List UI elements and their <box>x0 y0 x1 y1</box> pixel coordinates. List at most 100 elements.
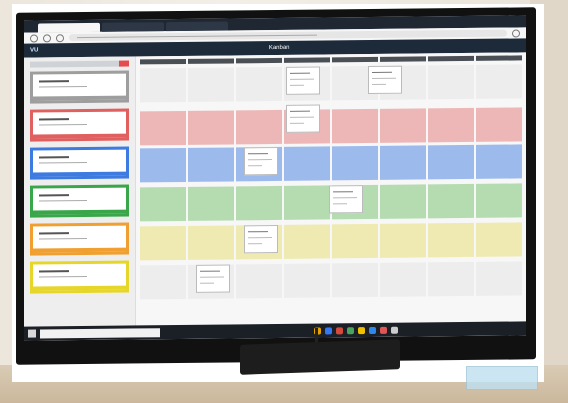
board <box>24 52 526 341</box>
column-header[interactable] <box>428 55 474 62</box>
board-cell[interactable] <box>332 223 378 259</box>
swimlane-card[interactable] <box>30 146 129 180</box>
board-cell[interactable] <box>236 263 282 299</box>
taskbar-app-icon[interactable] <box>358 326 365 334</box>
board-cell[interactable] <box>476 64 522 99</box>
taskbar-app-icon[interactable] <box>336 326 343 334</box>
task-ticket[interactable] <box>329 185 363 214</box>
app-title: Kanban <box>268 44 290 52</box>
task-ticket[interactable] <box>368 65 402 95</box>
sidebar <box>24 56 136 341</box>
sidebar-header <box>30 60 129 68</box>
board-cell[interactable] <box>188 147 234 182</box>
board-cell[interactable] <box>428 64 474 100</box>
board-cell[interactable] <box>284 185 330 220</box>
swimlane-card[interactable] <box>30 184 129 218</box>
taskbar-app-icon[interactable] <box>391 326 398 334</box>
board-cell[interactable] <box>428 144 474 180</box>
swimlane-card[interactable] <box>30 70 129 104</box>
card-subtitle <box>39 275 87 278</box>
menu-icon[interactable] <box>512 28 520 38</box>
board-cell[interactable] <box>476 107 522 142</box>
card-title <box>39 118 69 121</box>
board-cell[interactable] <box>140 67 186 103</box>
task-ticket[interactable] <box>286 66 320 95</box>
taskbar-app-icon[interactable] <box>369 326 376 334</box>
column-header[interactable] <box>332 56 378 63</box>
column-header[interactable] <box>476 55 522 61</box>
tv-monitor: VU Kanban <box>16 7 536 365</box>
swimlane-card[interactable] <box>30 222 129 256</box>
task-ticket[interactable] <box>244 146 278 176</box>
browser-tab[interactable] <box>38 22 100 33</box>
task-ticket[interactable] <box>286 104 320 133</box>
card-title <box>39 232 69 235</box>
soundbar <box>240 339 400 375</box>
card-subtitle <box>39 123 87 126</box>
board-cell[interactable] <box>380 108 426 143</box>
task-ticket[interactable] <box>196 264 230 293</box>
swimlane-card[interactable] <box>30 260 129 294</box>
board-cell[interactable] <box>188 110 234 145</box>
board-cell[interactable] <box>236 109 282 145</box>
browser-tab[interactable] <box>166 21 228 32</box>
board-cell[interactable] <box>188 67 234 102</box>
windows-start-icon[interactable] <box>28 329 36 338</box>
card-title <box>39 80 69 83</box>
browser-tab[interactable] <box>102 22 164 32</box>
board-cell[interactable] <box>476 261 522 296</box>
card-subtitle <box>39 199 87 202</box>
taskbar-search-input[interactable] <box>40 327 160 338</box>
board-cell[interactable] <box>236 185 282 221</box>
board-cell[interactable] <box>332 108 378 144</box>
board-cell[interactable] <box>332 262 378 298</box>
card-title <box>39 156 69 159</box>
board-cell[interactable] <box>140 147 186 183</box>
board-cell[interactable] <box>140 110 186 146</box>
board-cell[interactable] <box>428 107 474 143</box>
board-cell[interactable] <box>140 264 186 300</box>
board-cell[interactable] <box>380 223 426 258</box>
swimlane-row <box>136 107 526 146</box>
task-ticket[interactable] <box>244 224 278 254</box>
board-cell[interactable] <box>332 145 378 181</box>
taskbar-app-icon[interactable] <box>347 326 354 334</box>
swimlane-row <box>136 64 526 103</box>
board-cell[interactable] <box>380 262 426 297</box>
taskbar-app-icon[interactable] <box>325 326 332 334</box>
board-cell[interactable] <box>380 184 426 219</box>
column-header[interactable] <box>140 58 186 65</box>
column-header[interactable] <box>188 58 234 64</box>
tv-screen: VU Kanban <box>24 15 526 341</box>
column-header[interactable] <box>284 57 330 63</box>
board-cell[interactable] <box>476 183 522 218</box>
column-header[interactable] <box>380 56 426 62</box>
board-cell[interactable] <box>284 224 330 259</box>
card-footer <box>33 209 126 215</box>
board-cell[interactable] <box>428 261 474 297</box>
column-header[interactable] <box>236 57 282 64</box>
back-icon[interactable] <box>30 33 38 43</box>
board-cell[interactable] <box>140 225 186 261</box>
forward-icon[interactable] <box>43 33 51 42</box>
board-cell[interactable] <box>428 183 474 219</box>
board-cell[interactable] <box>428 222 474 258</box>
board-cell[interactable] <box>476 222 522 257</box>
card-footer <box>33 133 126 139</box>
board-cell[interactable] <box>140 186 186 222</box>
reload-icon[interactable] <box>56 33 64 42</box>
card-title <box>39 194 69 197</box>
board-cell[interactable] <box>236 66 282 102</box>
swimlane-card[interactable] <box>30 108 129 142</box>
taskbar-app-icon[interactable] <box>380 326 387 334</box>
board-cell[interactable] <box>188 186 234 221</box>
board-cell[interactable] <box>284 146 330 181</box>
board-cell[interactable] <box>188 225 234 260</box>
board-cell[interactable] <box>284 263 330 298</box>
board-cell[interactable] <box>476 144 522 179</box>
card-subtitle <box>39 85 87 88</box>
add-button[interactable] <box>119 60 129 67</box>
card-subtitle <box>39 237 87 240</box>
swimlane-row <box>136 261 526 300</box>
board-cell[interactable] <box>380 145 426 180</box>
